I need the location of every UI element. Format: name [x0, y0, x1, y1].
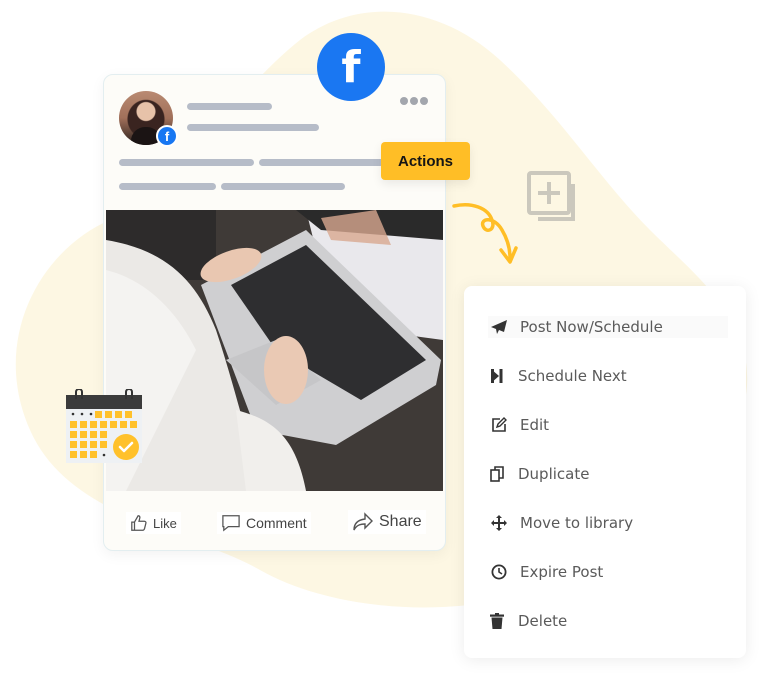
comment-label: Comment [246, 515, 307, 531]
duplicate-icon [490, 466, 504, 482]
skip-next-icon [491, 369, 503, 383]
trash-icon [490, 613, 504, 629]
actions-menu: Post Now/Schedule Schedule Next Edit Dup… [464, 286, 746, 658]
more-dots-icon[interactable] [400, 97, 428, 105]
curly-arrow-icon [452, 203, 518, 264]
share-label: Share [379, 513, 422, 530]
menu-item-duplicate[interactable]: Duplicate [486, 463, 726, 485]
share-icon [353, 512, 373, 531]
menu-item-expire-post[interactable]: Expire Post [488, 561, 728, 583]
calendar-check-icon [66, 389, 142, 463]
add-to-library-icon [527, 171, 575, 221]
text-placeholder-2 [259, 159, 384, 166]
clock-icon [491, 564, 507, 580]
menu-item-label: Edit [520, 416, 550, 434]
name-placeholder [187, 103, 272, 110]
post-actions-bar: Like Comment Share [104, 507, 445, 537]
paper-plane-icon [491, 320, 507, 334]
menu-item-label: Duplicate [518, 465, 590, 483]
facebook-logo-icon: f [317, 33, 385, 101]
menu-item-label: Post Now/Schedule [520, 318, 663, 336]
edit-icon [492, 417, 507, 432]
thumbs-up-icon [131, 515, 147, 531]
like-label: Like [153, 515, 177, 531]
text-placeholder-4 [221, 183, 345, 190]
text-placeholder-3 [119, 183, 216, 190]
comment-icon [222, 515, 240, 532]
menu-item-delete[interactable]: Delete [486, 610, 726, 632]
menu-item-edit[interactable]: Edit [488, 414, 728, 436]
menu-item-move-to-library[interactable]: Move to library [488, 512, 728, 534]
text-placeholder-1 [119, 159, 254, 166]
move-icon [491, 515, 507, 531]
menu-item-schedule-next[interactable]: Schedule Next [486, 365, 726, 387]
post-photo [106, 210, 443, 491]
menu-item-post-now-schedule[interactable]: Post Now/Schedule [488, 316, 728, 338]
menu-item-label: Expire Post [520, 563, 604, 581]
actions-button[interactable]: Actions [381, 142, 470, 180]
share-button[interactable]: Share [348, 510, 426, 534]
comment-button[interactable]: Comment [217, 512, 311, 534]
menu-item-label: Schedule Next [518, 367, 627, 385]
meta-placeholder [187, 124, 319, 131]
menu-item-label: Move to library [520, 514, 634, 532]
like-button[interactable]: Like [126, 512, 181, 534]
facebook-badge-icon: f [156, 125, 178, 147]
menu-item-label: Delete [518, 612, 568, 630]
